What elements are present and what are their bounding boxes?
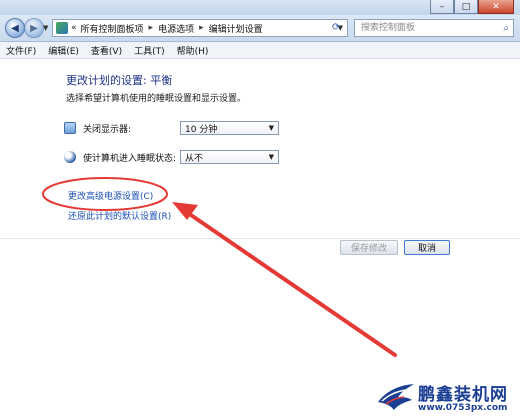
sleep-value: 从不 — [185, 153, 204, 164]
menu-file[interactable]: 文件(F) — [0, 44, 42, 57]
setting-label-sleep: 使计算机进入睡眠状态: — [83, 153, 177, 164]
chevron-down-icon: ▼ — [268, 153, 274, 161]
address-bar[interactable]: « 所有控制面板项 ▸ 电源选项 ▸ 编辑计划设置 ▼ — [52, 19, 348, 37]
breadcrumb-separator-icon[interactable]: ▸ — [199, 23, 204, 33]
watermark-url: www.0753px.com — [418, 403, 508, 413]
watermark: 鹏鑫装机网 www.0753px.com — [366, 370, 520, 418]
setting-label-display-off: 关闭显示器: — [83, 124, 132, 135]
forward-button[interactable]: ▶ — [24, 18, 44, 38]
main-content: 更改计划的设置: 平衡 选择希望计算机使用的睡眠设置和显示设置。 关闭显示器: … — [0, 59, 520, 418]
address-prefix[interactable]: « — [71, 23, 77, 33]
control-panel-icon — [56, 22, 68, 34]
window-titlebar: – □ ✕ — [0, 0, 520, 15]
sleep-moon-icon — [64, 151, 76, 163]
refresh-icon[interactable]: ⟳ — [332, 22, 340, 33]
navigation-bar: ◀ ▶ ▼ « 所有控制面板项 ▸ 电源选项 ▸ 编辑计划设置 ▼ ⟳ ⌕ — [0, 15, 520, 42]
chevron-down-icon: ▼ — [268, 124, 274, 132]
divider — [0, 238, 520, 239]
back-arrow-icon: ◀ — [11, 22, 19, 34]
search-icon[interactable]: ⌕ — [503, 23, 509, 34]
back-button[interactable]: ◀ — [5, 18, 25, 38]
display-off-dropdown[interactable]: 10 分钟 ▼ — [180, 121, 279, 135]
sleep-dropdown[interactable]: 从不 ▼ — [180, 150, 279, 164]
menu-bar: 文件(F) 编辑(E) 查看(V) 工具(T) 帮助(H) — [0, 42, 520, 59]
search-box[interactable]: ⌕ — [354, 19, 514, 37]
cancel-button[interactable]: 取消 — [404, 240, 450, 255]
page-subtitle: 选择希望计算机使用的睡眠设置和显示设置。 — [66, 94, 247, 104]
search-input[interactable] — [355, 22, 504, 34]
menu-edit[interactable]: 编辑(E) — [42, 44, 85, 57]
display-off-value: 10 分钟 — [185, 124, 218, 135]
menu-tools[interactable]: 工具(T) — [128, 44, 171, 57]
menu-help[interactable]: 帮助(H) — [171, 44, 215, 57]
monitor-icon — [64, 122, 76, 134]
setting-row-display-off: 关闭显示器: 10 分钟 ▼ — [64, 119, 279, 137]
maximize-button[interactable]: □ — [454, 0, 478, 14]
window-controls: – □ ✕ — [430, 0, 514, 14]
save-changes-button[interactable]: 保存修改 — [340, 240, 398, 255]
page-title: 更改计划的设置: 平衡 — [66, 74, 173, 87]
watermark-name: 鹏鑫装机网 — [418, 385, 508, 405]
minimize-button[interactable]: – — [430, 0, 454, 14]
recent-pages-dropdown-icon[interactable]: ▼ — [43, 24, 48, 32]
close-button[interactable]: ✕ — [478, 0, 514, 14]
breadcrumb-all-control-panel-items[interactable]: 所有控制面板项 — [81, 22, 144, 35]
watermark-bird-logo-icon — [378, 384, 414, 410]
breadcrumb-separator-icon[interactable]: ▸ — [149, 23, 154, 33]
menu-view[interactable]: 查看(V) — [85, 44, 128, 57]
breadcrumb-power-options[interactable]: 电源选项 — [158, 22, 194, 35]
advanced-power-settings-link[interactable]: 更改高级电源设置(C) — [68, 189, 153, 202]
setting-row-sleep: 使计算机进入睡眠状态: 从不 ▼ — [64, 148, 279, 166]
restore-defaults-link[interactable]: 还原此计划的默认设置(R) — [68, 209, 171, 222]
breadcrumb-edit-plan-settings[interactable]: 编辑计划设置 — [209, 22, 263, 35]
forward-arrow-icon: ▶ — [30, 22, 38, 34]
